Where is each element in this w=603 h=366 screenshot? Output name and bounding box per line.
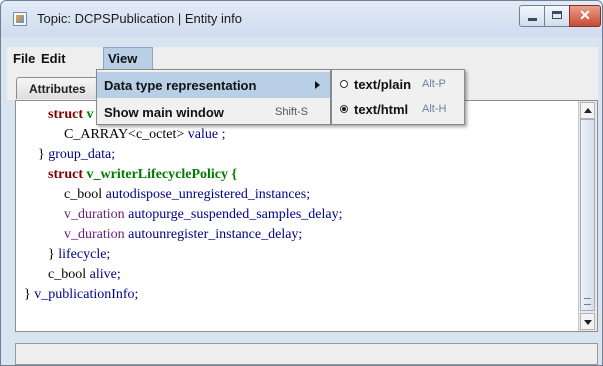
entity-info-window: Topic: DCPSPublication | Entity info ✕ F… <box>0 0 603 366</box>
code-line: } v_publicationInfo; <box>24 287 139 302</box>
close-icon[interactable]: ✕ <box>569 5 601 27</box>
code-line: c_bool alive; <box>48 267 121 282</box>
minimize-icon[interactable] <box>519 5 545 27</box>
menu-edit-label: Edit <box>41 51 66 66</box>
menu-edit[interactable]: Edit <box>41 51 66 66</box>
menu-view[interactable]: View <box>103 47 153 70</box>
submenu-item-text-html[interactable]: text/html Alt-H <box>332 99 464 123</box>
tab-attributes-label: Attributes <box>29 82 86 96</box>
menu-item-show-main-window[interactable]: Show main window Shift-S <box>97 99 330 125</box>
representation-submenu: text/plain Alt-P text/html Alt-H <box>331 69 465 125</box>
menu-bar: File Edit View <box>7 47 598 70</box>
tab-attributes[interactable]: Attributes <box>16 77 104 99</box>
scroll-down-icon[interactable] <box>580 313 595 330</box>
submenu-arrow-icon <box>315 81 320 89</box>
code-line: v_duration autopurge_suspended_samples_d… <box>64 207 343 222</box>
code-view[interactable]: struct v C_ARRAY<c_octet> value ; } grou… <box>15 100 598 332</box>
scroll-thumb[interactable] <box>580 119 595 311</box>
code-line: c_bool autodispose_unregistered_instance… <box>64 187 311 202</box>
submenu-item-text-plain[interactable]: text/plain Alt-P <box>332 74 464 98</box>
menu-item-shortcut: Shift-S <box>275 106 309 118</box>
maximize-icon[interactable] <box>544 5 570 27</box>
window-title: Topic: DCPSPublication | Entity info <box>37 11 242 26</box>
code-line: struct v <box>48 107 94 122</box>
radio-icon <box>340 80 348 88</box>
title-bar[interactable]: Topic: DCPSPublication | Entity info ✕ <box>1 1 602 37</box>
menu-file[interactable]: File <box>13 51 35 66</box>
app-icon <box>13 12 27 26</box>
submenu-item-label: text/plain <box>354 77 412 92</box>
menu-file-label: File <box>13 51 36 66</box>
vertical-scrollbar[interactable] <box>578 101 597 331</box>
code-line: v_duration autounregister_instance_delay… <box>64 227 303 242</box>
menu-item-label: Data type representation <box>104 78 257 93</box>
status-bar <box>15 343 598 365</box>
scroll-up-icon[interactable] <box>580 102 595 119</box>
code-line: C_ARRAY<c_octet> value ; <box>64 127 226 142</box>
code-line: } lifecycle; <box>48 247 111 262</box>
submenu-item-shortcut: Alt-H <box>422 103 447 115</box>
submenu-item-label: text/html <box>354 102 409 117</box>
code-line: } group_data; <box>38 147 116 162</box>
code-line: struct v_writerLifecyclePolicy { <box>48 167 237 182</box>
menu-item-data-type-representation[interactable]: Data type representation <box>97 72 330 98</box>
view-menu-dropdown: Data type representation Show main windo… <box>96 69 331 125</box>
radio-selected-icon <box>340 105 348 113</box>
submenu-item-shortcut: Alt-P <box>422 78 446 90</box>
menu-item-label: Show main window <box>104 105 224 120</box>
menu-view-label: View <box>108 51 138 66</box>
